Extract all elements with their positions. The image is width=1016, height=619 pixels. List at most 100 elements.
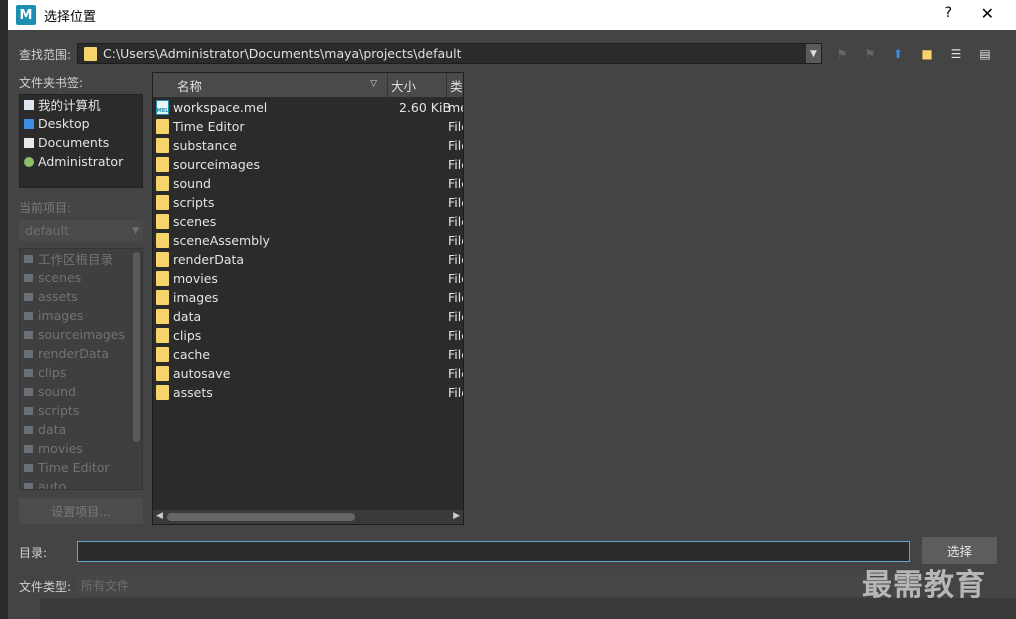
table-row[interactable]: cache File <box>153 345 463 364</box>
column-header-type[interactable]: 类 <box>447 73 463 97</box>
list-item[interactable]: renderData <box>20 344 142 363</box>
folder-icon <box>24 368 33 377</box>
detail-view-icon[interactable]: ▤ <box>975 44 995 64</box>
file-list-header: 名称 ▽ 大小 类 <box>153 73 463 97</box>
file-type: me <box>448 100 463 115</box>
table-row[interactable]: Time Editor File <box>153 117 463 136</box>
parent-folder-icon[interactable]: ⬆ <box>888 44 908 64</box>
table-row[interactable]: clips File <box>153 326 463 345</box>
folder-icon <box>84 46 97 61</box>
list-item-label: movies <box>38 441 83 456</box>
scroll-left-icon[interactable]: ◀ <box>156 511 163 521</box>
table-row[interactable]: data File <box>153 307 463 326</box>
list-item[interactable]: sourceimages <box>20 325 142 344</box>
file-type: File <box>448 176 463 191</box>
table-row[interactable]: movies File <box>153 269 463 288</box>
table-row[interactable]: sceneAssembly File <box>153 231 463 250</box>
file-name: movies <box>173 271 218 286</box>
file-type-combo[interactable]: 所有文件 <box>77 575 910 596</box>
table-row[interactable]: autosave File <box>153 364 463 383</box>
column-header-size[interactable]: 大小 <box>388 73 447 97</box>
documents-icon <box>24 137 34 148</box>
file-size: 2.60 KiB <box>399 100 452 115</box>
bookmark-label: Administrator <box>38 154 124 169</box>
folder-icon <box>156 119 169 134</box>
column-header-name[interactable]: 名称 ▽ <box>153 73 388 97</box>
scrollbar-thumb[interactable] <box>167 513 355 521</box>
list-item[interactable]: movies <box>20 439 142 458</box>
file-type: File <box>448 347 463 362</box>
file-type: File <box>448 138 463 153</box>
table-row[interactable]: scenes File <box>153 212 463 231</box>
table-row[interactable]: scripts File <box>153 193 463 212</box>
list-item-label: renderData <box>38 346 110 361</box>
forward-icon[interactable]: ⚑ <box>860 44 880 64</box>
file-name: sceneAssembly <box>173 233 270 248</box>
folder-icon <box>156 252 169 267</box>
look-in-path: C:\Users\Administrator\Documents\maya\pr… <box>103 46 462 61</box>
project-combo[interactable]: default ▼ <box>19 220 143 241</box>
file-type: File <box>448 385 463 400</box>
table-row[interactable]: substance File <box>153 136 463 155</box>
list-item-label: Time Editor <box>38 460 110 475</box>
list-item-label: scenes <box>38 270 82 285</box>
help-button[interactable]: ? <box>945 5 952 21</box>
list-item[interactable]: scenes <box>20 268 142 287</box>
bookmark-label: Documents <box>38 135 110 150</box>
scroll-right-icon[interactable]: ▶ <box>453 511 460 521</box>
bookmark-desktop[interactable]: Desktop <box>20 114 142 133</box>
file-rows: MEL workspace.mel 2.60 KiBme Time Editor Fil… <box>153 98 463 402</box>
list-item-label: sourceimages <box>38 327 125 342</box>
list-item[interactable]: data <box>20 420 142 439</box>
new-folder-icon[interactable]: ■ <box>917 44 937 64</box>
list-item[interactable]: sound <box>20 382 142 401</box>
chevron-down-icon[interactable]: ▼ <box>806 44 821 63</box>
file-type: File <box>448 195 463 210</box>
directory-input[interactable] <box>77 541 910 562</box>
sort-down-icon: ▽ <box>370 79 377 89</box>
bookmark-label: 我的计算机 <box>38 98 101 113</box>
background-strip <box>0 0 8 619</box>
project-selected: default <box>25 223 69 238</box>
user-icon <box>24 156 34 167</box>
list-item[interactable]: clips <box>20 363 142 382</box>
folder-icon <box>156 290 169 305</box>
table-row[interactable]: MEL workspace.mel 2.60 KiBme <box>153 98 463 117</box>
folder-icon <box>156 138 169 153</box>
look-in-label: 查找范围: <box>19 48 72 62</box>
table-row[interactable]: assets File <box>153 383 463 402</box>
file-name: images <box>173 290 219 305</box>
folder-icon <box>156 233 169 248</box>
file-list-horizontal-scrollbar[interactable]: ◀ ▶ <box>153 510 463 524</box>
bookmark-documents[interactable]: Documents <box>20 133 142 152</box>
folder-icon <box>24 349 33 358</box>
list-item[interactable]: assets <box>20 287 142 306</box>
list-item[interactable]: Time Editor <box>20 458 142 477</box>
folder-icon <box>156 271 169 286</box>
table-row[interactable]: sound File <box>153 174 463 193</box>
list-item[interactable]: 工作区根目录 <box>20 249 142 268</box>
list-item[interactable]: scripts <box>20 401 142 420</box>
folder-icon <box>156 366 169 381</box>
bookmarks-label: 文件夹书签: <box>19 76 84 90</box>
list-item[interactable]: auto <box>20 477 142 489</box>
file-type: File <box>448 309 463 324</box>
list-item-label: images <box>38 308 84 323</box>
file-name: assets <box>173 385 213 400</box>
bookmark-my-computer[interactable]: 我的计算机 <box>20 95 142 114</box>
computer-icon <box>24 99 34 110</box>
look-in-combo[interactable]: C:\Users\Administrator\Documents\maya\pr… <box>77 43 822 64</box>
column-header-label: 类 <box>450 78 463 94</box>
table-row[interactable]: sourceimages File <box>153 155 463 174</box>
folder-icon <box>24 444 33 453</box>
list-item[interactable]: images <box>20 306 142 325</box>
close-button[interactable]: ✕ <box>981 4 994 23</box>
bookmark-administrator[interactable]: Administrator <box>20 152 142 171</box>
folder-icon <box>24 273 33 282</box>
table-row[interactable]: renderData File <box>153 250 463 269</box>
project-list-scrollbar[interactable] <box>133 252 140 442</box>
list-view-icon[interactable]: ☰ <box>946 44 966 64</box>
back-icon[interactable]: ⚑ <box>832 44 852 64</box>
set-project-button[interactable]: 设置项目... <box>19 498 143 524</box>
table-row[interactable]: images File <box>153 288 463 307</box>
